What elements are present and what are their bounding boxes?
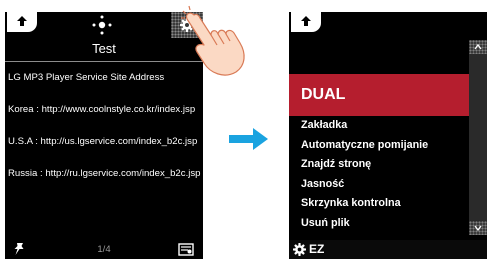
content-line: Korea : http://www.coolnstyle.co.kr/inde…: [8, 104, 196, 115]
back-arrow-icon: [17, 16, 27, 26]
tapping-hand-icon: [181, 5, 245, 76]
content-line: LG MP3 Player Service Site Address: [8, 72, 165, 83]
bottom-bar: EZ: [289, 240, 487, 259]
back-button[interactable]: [291, 12, 321, 32]
chevron-up-icon: [474, 44, 482, 50]
bottom-bar: 1/4: [5, 241, 203, 259]
right-arrow-icon: [229, 128, 268, 150]
content-line: Russia : http://ru.lgservice.com/index_b…: [8, 168, 201, 179]
selected-menu-item[interactable]: DUAL: [289, 74, 469, 116]
title-divider: [5, 61, 203, 62]
scrollbar[interactable]: [469, 40, 487, 235]
top-bar: [5, 12, 203, 38]
scroll-up-button[interactable]: [469, 40, 487, 54]
content-line: U.S.A : http://us.lgservice.com/index_b2…: [8, 136, 198, 147]
top-bar: [289, 12, 487, 38]
directional-pad-icon[interactable]: [89, 14, 115, 36]
menu-item-find-page[interactable]: Znajdź stronę: [289, 155, 469, 175]
menu-item-control-box[interactable]: Skrzynka kontrolna: [289, 194, 469, 214]
menu-item-zakladka[interactable]: Zakładka: [289, 116, 469, 136]
document-icon[interactable]: [178, 242, 194, 256]
menu-list: Zakładka Automatyczne pomijanie Znajdź s…: [289, 116, 469, 233]
back-arrow-icon: [301, 16, 311, 26]
ez-label[interactable]: EZ: [309, 242, 324, 256]
menu-item-delete-file[interactable]: Usuń plik: [289, 214, 469, 234]
chevron-down-icon: [474, 225, 482, 231]
page-indicator: 1/4: [97, 244, 111, 255]
content-text: LG MP3 Player Service Site Address Korea…: [8, 70, 202, 182]
back-button[interactable]: [7, 12, 37, 32]
right-screen: DUAL Zakładka Automatyczne pomijanie Zna…: [289, 12, 487, 259]
left-screen: Test LG MP3 Player Service Site Address …: [5, 12, 203, 259]
menu-item-brightness[interactable]: Jasność: [289, 175, 469, 195]
page-title: Test: [92, 41, 116, 56]
menu-item-auto-skip[interactable]: Automatyczne pomijanie: [289, 136, 469, 156]
scroll-down-button[interactable]: [469, 221, 487, 235]
gear-icon[interactable]: [293, 243, 306, 256]
